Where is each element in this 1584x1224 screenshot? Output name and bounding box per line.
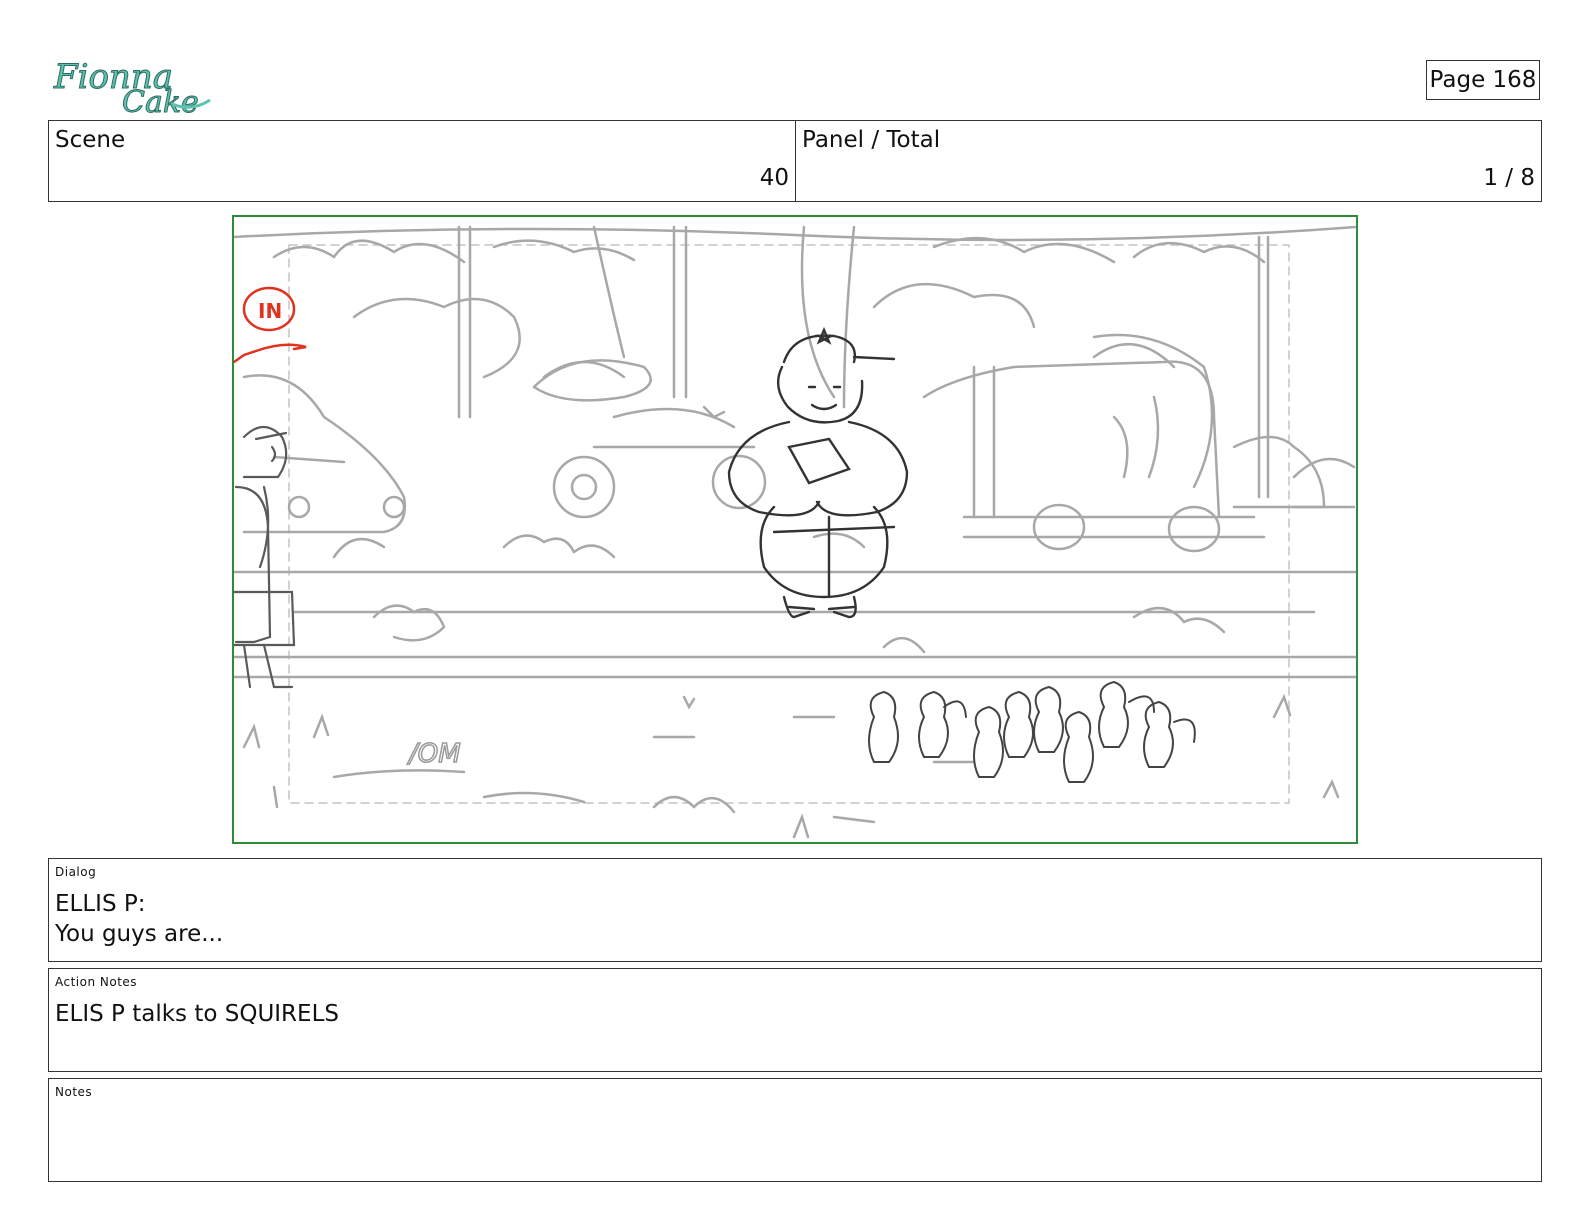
- background-sign-text: /OM: [407, 739, 461, 769]
- action-notes-box: Action Notes ELIS P talks to SQUIRELS: [48, 968, 1542, 1072]
- svg-text:Cake: Cake: [122, 85, 199, 114]
- dialog-box: Dialog ELLIS P: You guys are...: [48, 858, 1542, 962]
- panel-cell: Panel / Total 1 / 8: [796, 121, 1541, 201]
- action-notes-text: ELIS P talks to SQUIRELS: [55, 1001, 339, 1027]
- page-number: Page 168: [1426, 60, 1540, 100]
- fionna-and-cake-logo: Fionna Cake: [52, 48, 212, 121]
- notes-label: Notes: [55, 1085, 93, 1099]
- panel-value: 1 / 8: [1483, 165, 1535, 191]
- in-annotation-text: IN: [258, 299, 282, 323]
- scene-label: Scene: [55, 127, 126, 153]
- header-table: Scene 40 Panel / Total 1 / 8: [48, 120, 1542, 202]
- logo-graphic: Fionna Cake: [53, 57, 211, 121]
- storyboard-sketch: /OM IN: [234, 225, 1356, 839]
- notes-box: Notes: [48, 1078, 1542, 1182]
- dialog-label: Dialog: [55, 865, 97, 879]
- storyboard-panel: /OM IN: [232, 215, 1358, 844]
- dialog-text: ELLIS P: You guys are...: [55, 891, 224, 947]
- scene-cell: Scene 40: [49, 121, 796, 201]
- action-notes-label: Action Notes: [55, 975, 138, 989]
- scene-value: 40: [759, 165, 789, 191]
- panel-label: Panel / Total: [802, 127, 941, 153]
